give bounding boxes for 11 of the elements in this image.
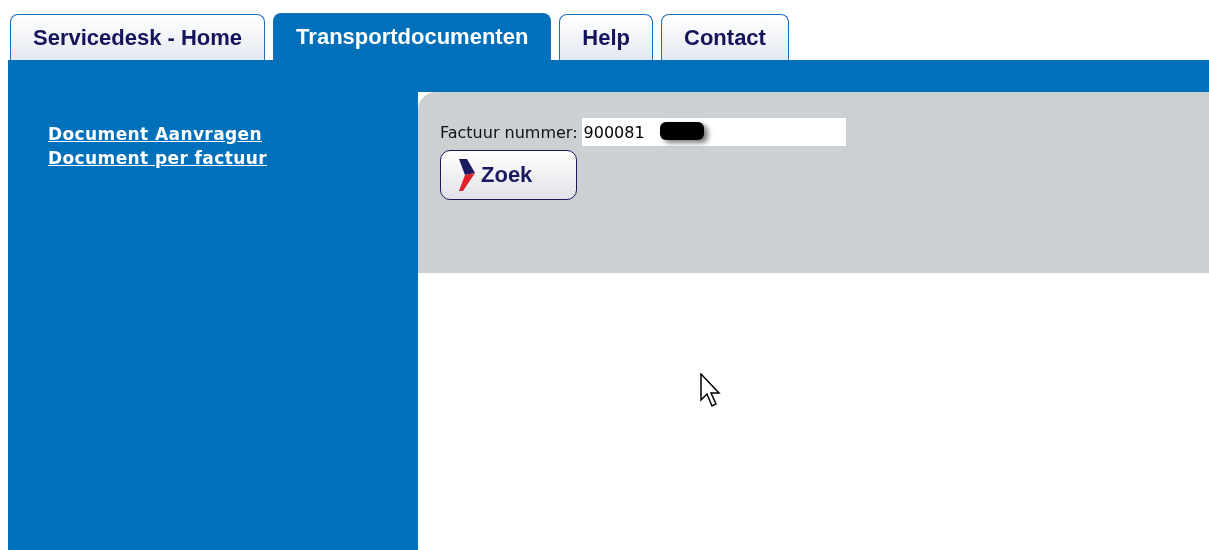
nav-tab[interactable]: Servicedesk - Home bbox=[10, 14, 266, 60]
redaction-mark bbox=[659, 122, 704, 140]
sidebar-link[interactable]: Document per factuur bbox=[48, 146, 418, 170]
chevron-logo-icon bbox=[459, 159, 475, 191]
invoice-number-field[interactable]: 900081 bbox=[581, 118, 846, 146]
search-button[interactable]: Zoek bbox=[440, 150, 577, 200]
sidebar-link[interactable]: Document Aanvragen bbox=[48, 122, 418, 146]
nav-tab[interactable]: Help bbox=[559, 14, 654, 60]
field-label: Factuur nummer: bbox=[440, 122, 578, 142]
nav-tab[interactable]: Transportdocumenten bbox=[273, 13, 552, 60]
nav-tab[interactable]: Contact bbox=[661, 14, 789, 60]
